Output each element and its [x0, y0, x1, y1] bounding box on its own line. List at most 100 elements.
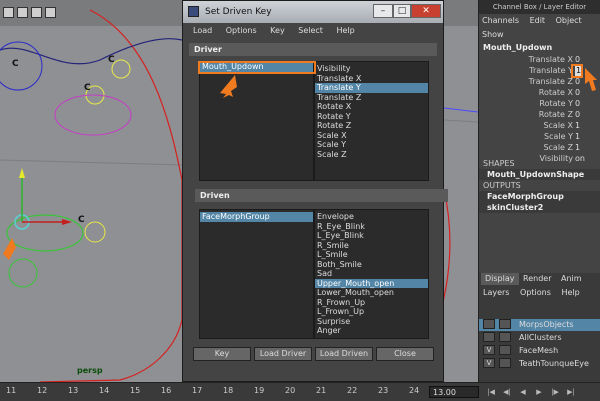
menu-object[interactable]: Object: [556, 16, 582, 25]
driver-attribute-item[interactable]: Scale X: [315, 131, 428, 141]
load-driver-button[interactable]: Load Driver: [254, 347, 312, 361]
time-tick: 13: [68, 386, 79, 395]
channel-row[interactable]: Rotate Y0: [479, 99, 600, 109]
time-tick: 15: [130, 386, 141, 395]
play-back-icon[interactable]: ◀: [518, 387, 528, 397]
driven-attribute-item[interactable]: Anger: [315, 326, 428, 336]
play-forward-icon[interactable]: ▶: [534, 387, 544, 397]
layer-row[interactable]: AllClusters: [479, 332, 600, 344]
layer-row[interactable]: MorpsObjects: [479, 319, 600, 331]
step-forward-icon[interactable]: |▶: [550, 387, 560, 397]
timeline[interactable]: 11 12 13 14 15 16 17 18 19 20 21 22 23 2…: [0, 382, 600, 401]
driven-attribute-item[interactable]: L_Frown_Up: [315, 307, 428, 317]
minimize-button[interactable]: –: [373, 4, 393, 18]
layer-row[interactable]: V TeathTounqueEye: [479, 358, 600, 370]
driven-section-header[interactable]: Driven: [195, 189, 448, 202]
output-node[interactable]: FaceMorphGroup: [479, 191, 600, 202]
driven-attribute-item[interactable]: Envelope: [315, 212, 428, 222]
driver-attribute-item[interactable]: Scale Y: [315, 140, 428, 150]
dialog-title: Set Driven Key: [205, 7, 272, 17]
menu-options[interactable]: Options: [520, 288, 551, 297]
current-frame-field[interactable]: 13.00: [429, 386, 479, 398]
reference-toggle[interactable]: [499, 319, 511, 329]
orange-pointer-arrow: [585, 68, 597, 91]
driven-attribute-item[interactable]: Upper_Mouth_open: [315, 278, 428, 288]
control-circle: [8, 258, 38, 288]
driven-attribute-item[interactable]: L_Smile: [315, 250, 428, 260]
menu-edit[interactable]: Edit: [530, 16, 546, 25]
output-node[interactable]: skinCluster2: [479, 202, 600, 213]
menu-select[interactable]: Select: [298, 26, 323, 35]
driver-attribute-item[interactable]: Scale Z: [315, 150, 428, 160]
driver-attribute-item[interactable]: Visibility: [315, 64, 428, 74]
driver-attribute-item[interactable]: Rotate X: [315, 102, 428, 112]
driven-attribute-item[interactable]: Both_Smile: [315, 260, 428, 270]
menu-channels[interactable]: Channels: [482, 16, 519, 25]
step-back-icon[interactable]: ◀|: [502, 387, 512, 397]
time-tick: 14: [99, 386, 110, 395]
key-button[interactable]: Key: [193, 347, 251, 361]
reference-toggle[interactable]: [499, 332, 511, 342]
go-to-start-icon[interactable]: |◀: [486, 387, 496, 397]
curve-label: C: [84, 83, 91, 93]
close-button[interactable]: Close: [376, 347, 434, 361]
driven-attribute-item[interactable]: R_Smile: [315, 241, 428, 251]
menu-options[interactable]: Options: [226, 26, 257, 35]
layer-name: TeathTounqueEye: [519, 359, 589, 368]
tab-anim[interactable]: Anim: [557, 273, 586, 285]
layer-name: FaceMesh: [519, 346, 559, 355]
visibility-toggle[interactable]: V: [483, 345, 495, 355]
driver-attribute-list[interactable]: Visibility Translate X Translate Y Trans…: [314, 61, 429, 181]
menu-show[interactable]: Show: [482, 30, 504, 39]
channel-row[interactable]: Scale X1: [479, 121, 600, 131]
time-tick: 22: [347, 386, 358, 395]
driver-attribute-item[interactable]: Rotate Z: [315, 121, 428, 131]
layer-menubar: Layers Options Help: [483, 287, 580, 299]
driver-attribute-item[interactable]: Rotate Y: [315, 112, 428, 122]
driver-attribute-item[interactable]: Translate Y: [315, 83, 428, 93]
reference-toggle[interactable]: [499, 345, 511, 355]
driver-attribute-item[interactable]: Translate X: [315, 74, 428, 84]
menu-layers[interactable]: Layers: [483, 288, 509, 297]
dialog-titlebar[interactable]: Set Driven Key – □ ✕: [183, 1, 443, 23]
visibility-toggle[interactable]: [483, 319, 495, 329]
visibility-toggle[interactable]: [483, 332, 495, 342]
time-tick: 23: [378, 386, 389, 395]
channel-row[interactable]: Rotate Z0: [479, 110, 600, 120]
channel-row[interactable]: Scale Z1: [479, 143, 600, 153]
channel-row[interactable]: Rotate X0: [479, 88, 600, 98]
selected-object-name[interactable]: Mouth_Updown: [479, 42, 600, 53]
menu-help[interactable]: Help: [561, 288, 579, 297]
driven-object-item[interactable]: FaceMorphGroup: [200, 212, 313, 222]
driven-attribute-item[interactable]: R_Frown_Up: [315, 298, 428, 308]
tab-render[interactable]: Render: [519, 273, 555, 285]
time-tick: 19: [254, 386, 265, 395]
tab-display[interactable]: Display: [481, 273, 519, 285]
menu-help[interactable]: Help: [336, 26, 354, 35]
menu-load[interactable]: Load: [193, 26, 212, 35]
driven-attribute-item[interactable]: L_Eye_Blink: [315, 231, 428, 241]
go-to-end-icon[interactable]: ▶|: [566, 387, 576, 397]
menu-key[interactable]: Key: [270, 26, 285, 35]
shapes-header: SHAPES: [483, 159, 515, 168]
driven-attribute-item[interactable]: Sad: [315, 269, 428, 279]
channel-row[interactable]: Translate Z0: [479, 77, 600, 87]
driven-attribute-item[interactable]: R_Eye_Blink: [315, 222, 428, 232]
visibility-toggle[interactable]: V: [483, 358, 495, 368]
reference-toggle[interactable]: [499, 358, 511, 368]
time-tick: 20: [285, 386, 296, 395]
shape-name[interactable]: Mouth_UpdownShape: [479, 169, 600, 180]
channel-row[interactable]: Scale Y1: [479, 132, 600, 142]
load-driven-button[interactable]: Load Driven: [315, 347, 373, 361]
layer-row[interactable]: V FaceMesh: [479, 345, 600, 357]
maximize-button[interactable]: □: [393, 4, 411, 18]
driven-object-list[interactable]: FaceMorphGroup: [199, 209, 314, 339]
driver-section-header[interactable]: Driver: [189, 43, 437, 56]
driver-attribute-item[interactable]: Translate Z: [315, 93, 428, 103]
close-window-button[interactable]: ✕: [411, 4, 441, 18]
driven-attribute-list[interactable]: Envelope R_Eye_Blink L_Eye_Blink R_Smile…: [314, 209, 429, 339]
time-tick: 17: [192, 386, 203, 395]
mouth-shape-ellipse: [54, 94, 132, 136]
driven-attribute-item[interactable]: Surprise: [315, 317, 428, 327]
driven-attribute-item[interactable]: Lower_Mouth_open: [315, 288, 428, 298]
